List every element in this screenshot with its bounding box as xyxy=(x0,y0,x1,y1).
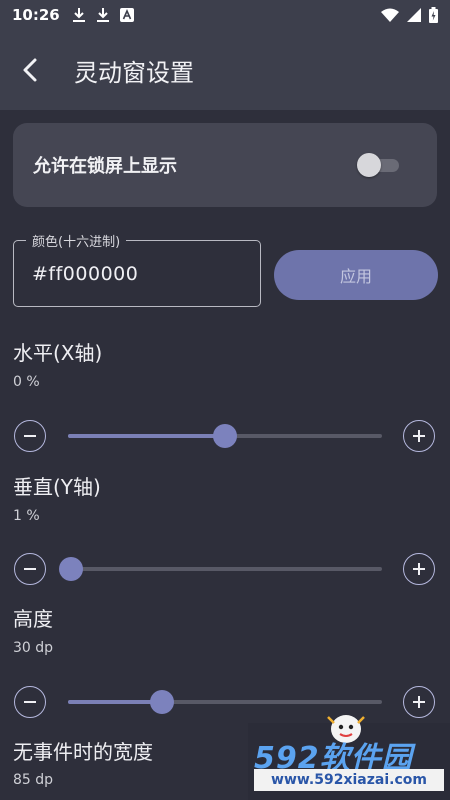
idle-width-label: 无事件时的宽度 xyxy=(13,740,153,764)
slider-thumb[interactable] xyxy=(213,424,237,448)
minus-icon xyxy=(24,435,36,437)
height-value: 30 dp xyxy=(13,640,54,656)
status-time: 10:26 xyxy=(12,6,60,24)
horizontal-x-label: 水平(X轴) xyxy=(13,341,103,365)
idle-width-value: 85 dp xyxy=(13,772,54,788)
slider-fill xyxy=(68,434,225,438)
height-increase-button[interactable] xyxy=(403,686,435,718)
font-a-icon xyxy=(119,8,134,22)
vertical-y-slider[interactable] xyxy=(59,557,382,581)
minus-icon xyxy=(24,568,36,570)
vertical-y-label: 垂直(Y轴) xyxy=(13,475,101,499)
height-slider[interactable] xyxy=(68,690,382,714)
apply-button[interactable]: 应用 xyxy=(274,250,438,300)
vertical-y-decrease-button[interactable] xyxy=(14,553,46,585)
status-bar: 10:26 xyxy=(0,0,450,30)
vertical-y-value: 1 % xyxy=(13,508,40,524)
plus-icon xyxy=(413,430,425,442)
slider-thumb[interactable] xyxy=(150,690,175,714)
height-decrease-button[interactable] xyxy=(14,686,46,718)
app-bar: 灵动窗设置 xyxy=(0,30,450,110)
lock-screen-label: 允许在锁屏上显示 xyxy=(33,156,177,177)
page-title: 灵动窗设置 xyxy=(74,58,194,87)
battery-icon xyxy=(429,7,438,23)
lock-screen-toggle[interactable] xyxy=(357,153,401,177)
plus-icon xyxy=(413,696,425,708)
horizontal-x-increase-button[interactable] xyxy=(403,420,435,452)
back-button[interactable] xyxy=(0,30,60,110)
back-arrow-icon xyxy=(23,58,37,82)
horizontal-x-value: 0 % xyxy=(13,374,40,390)
plus-icon xyxy=(413,563,425,575)
color-hex-field[interactable]: 颜色(十六进制) #ff000000 xyxy=(13,231,261,307)
color-hex-label: 颜色(十六进制) xyxy=(26,231,127,250)
status-icons-right xyxy=(381,7,438,23)
lock-screen-card[interactable]: 允许在锁屏上显示 xyxy=(13,123,437,207)
watermark: 592软件园 www.592xiazai.com xyxy=(248,715,450,800)
horizontal-x-slider[interactable] xyxy=(68,424,382,448)
wifi-icon xyxy=(381,8,399,22)
download-icon xyxy=(72,8,85,22)
slider-thumb[interactable] xyxy=(59,557,84,581)
color-hex-input[interactable]: #ff000000 xyxy=(32,263,138,285)
vertical-y-increase-button[interactable] xyxy=(403,553,435,585)
height-label: 高度 xyxy=(13,607,53,631)
minus-icon xyxy=(24,701,36,703)
slider-fill xyxy=(68,700,163,704)
signal-icon xyxy=(407,8,421,22)
toggle-thumb xyxy=(357,153,381,177)
download-icon xyxy=(96,8,109,22)
horizontal-x-decrease-button[interactable] xyxy=(14,420,46,452)
status-icons-left xyxy=(72,7,134,23)
watermark-url: www.592xiazai.com xyxy=(254,769,444,791)
